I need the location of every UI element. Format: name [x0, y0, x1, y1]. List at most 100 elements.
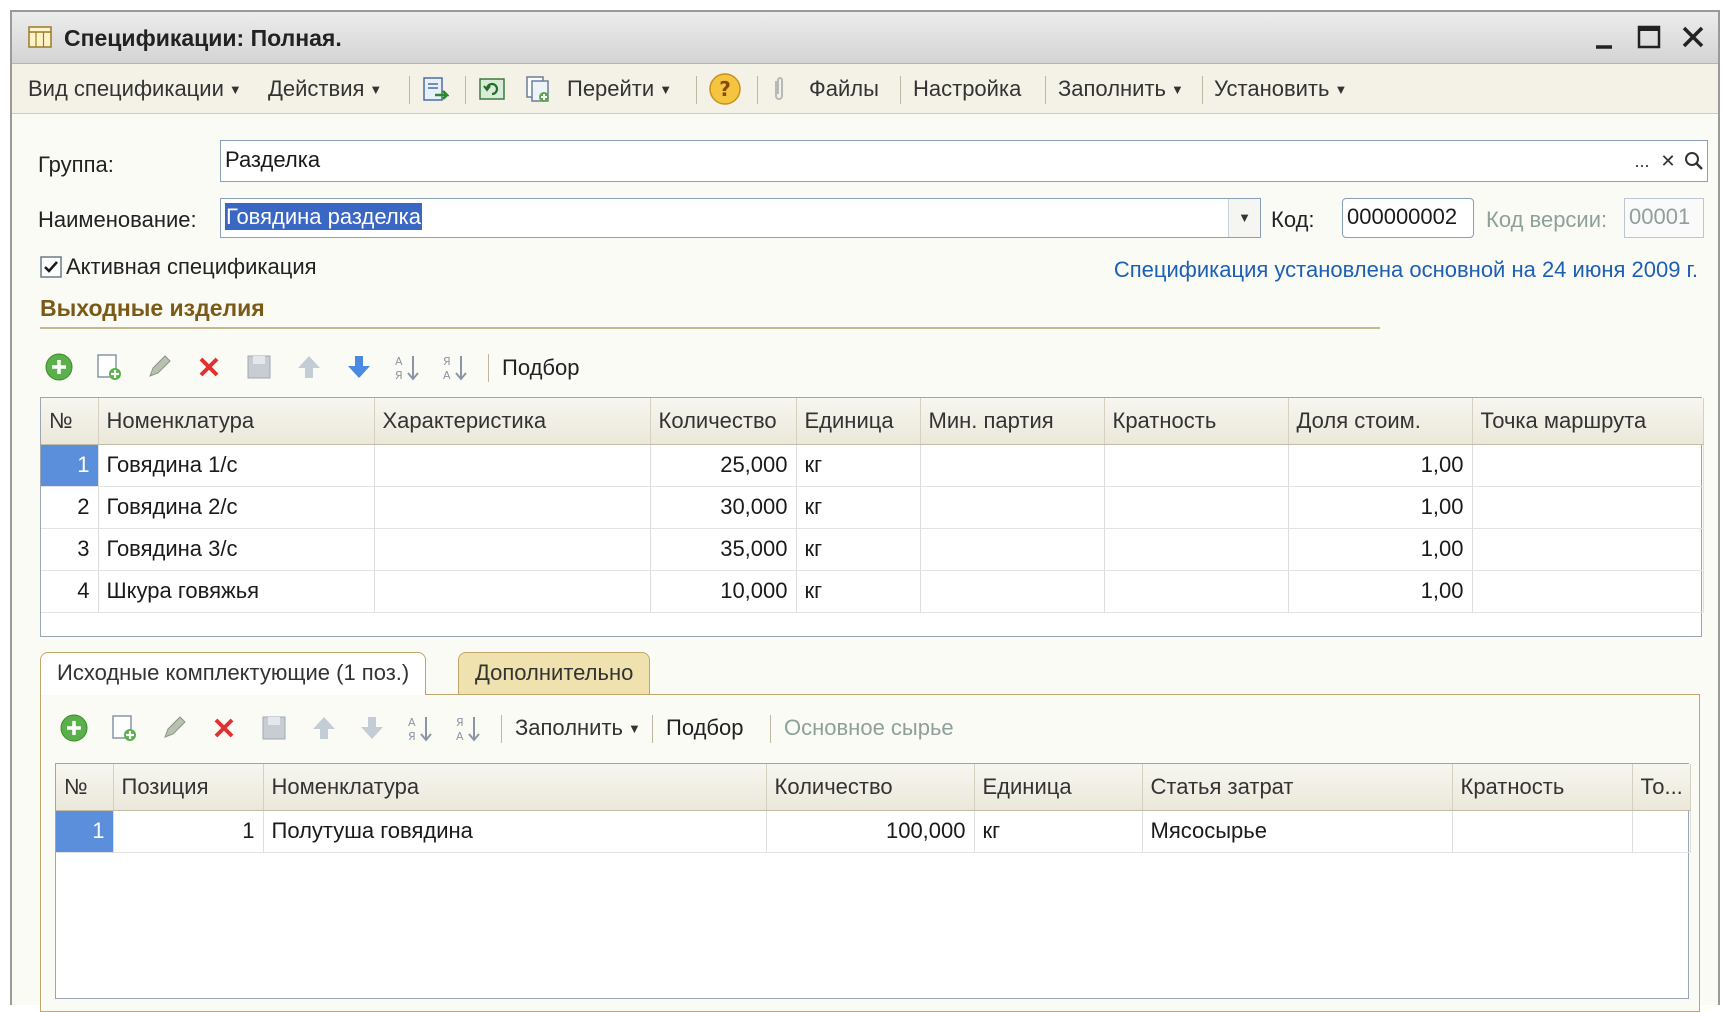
copy-row-icon[interactable] — [94, 352, 124, 382]
cell-multiplicity[interactable] — [1452, 810, 1633, 853]
delete-icon[interactable] — [209, 713, 239, 743]
output-select-button[interactable]: Подбор — [502, 355, 579, 381]
cell-characteristic[interactable] — [374, 486, 651, 529]
cell-characteristic[interactable] — [374, 570, 651, 613]
spec-status-link[interactable]: Спецификация установлена основной на 24 … — [1114, 257, 1698, 283]
fill-menu[interactable]: Заполнить ▼ — [1058, 64, 1184, 114]
components-table[interactable]: № Позиция Номенклатура Количество Единиц… — [55, 763, 1691, 999]
cell-route-point[interactable] — [1472, 444, 1704, 487]
col-unit[interactable]: Единица — [974, 764, 1143, 811]
cell-characteristic[interactable] — [374, 528, 651, 571]
cell-item[interactable]: Шкура говяжья — [98, 570, 375, 613]
cell-cost-share[interactable]: 1,00 — [1288, 528, 1473, 571]
col-route-point[interactable]: Точка маршрута — [1472, 398, 1704, 445]
cell-min-batch[interactable] — [920, 528, 1105, 571]
files-button[interactable]: Файлы — [809, 64, 879, 114]
cell-item[interactable]: Говядина 2/с — [98, 486, 375, 529]
cell-quantity[interactable]: 25,000 — [650, 444, 797, 487]
cell-route-point[interactable] — [1472, 570, 1704, 613]
settings-button[interactable]: Настройка — [913, 64, 1021, 114]
col-item[interactable]: Номенклатура — [98, 398, 375, 445]
col-multiplicity[interactable]: Кратность — [1452, 764, 1633, 811]
add-row-icon[interactable] — [44, 352, 74, 382]
group-field[interactable]: Разделка ... ✕ — [220, 140, 1708, 182]
components-select-button[interactable]: Подбор — [666, 715, 743, 741]
minimize-icon[interactable] — [1586, 18, 1624, 56]
col-cost-item[interactable]: Статья затрат — [1142, 764, 1453, 811]
actions-menu[interactable]: Действия ▼ — [268, 64, 382, 114]
col-characteristic[interactable]: Характеристика — [374, 398, 651, 445]
name-dropdown-button[interactable]: ▼ — [1228, 199, 1260, 237]
cell-truncated[interactable] — [1632, 810, 1691, 853]
table-row[interactable]: 1 Говядина 1/с 25,000 кг 1,00 — [41, 444, 1704, 487]
col-cost-share[interactable]: Доля стоим. — [1288, 398, 1473, 445]
table-row[interactable]: 3 Говядина 3/с 35,000 кг 1,00 — [41, 528, 1704, 571]
cell-item[interactable]: Говядина 3/с — [98, 528, 375, 571]
col-truncated[interactable]: То... — [1632, 764, 1691, 811]
col-number[interactable]: № — [41, 398, 99, 445]
name-field[interactable]: Говядина разделка ▼ — [220, 198, 1261, 238]
cell-quantity[interactable]: 30,000 — [650, 486, 797, 529]
help-icon[interactable]: ? — [708, 72, 742, 106]
move-down-icon[interactable] — [344, 352, 374, 382]
move-up-icon[interactable] — [294, 352, 324, 382]
edit-icon[interactable] — [144, 352, 174, 382]
cell-position[interactable]: 1 — [113, 810, 264, 853]
col-quantity[interactable]: Количество — [650, 398, 797, 445]
code-field[interactable]: 000000002 — [1342, 198, 1474, 238]
cell-multiplicity[interactable] — [1104, 570, 1289, 613]
cell-unit[interactable]: кг — [796, 570, 921, 613]
add-row-icon[interactable] — [59, 713, 89, 743]
col-unit[interactable]: Единица — [796, 398, 921, 445]
table-row[interactable]: 4 Шкура говяжья 10,000 кг 1,00 — [41, 570, 1704, 613]
maximize-icon[interactable] — [1630, 18, 1668, 56]
sort-asc-icon[interactable]: A Я — [392, 352, 422, 382]
cell-route-point[interactable] — [1472, 486, 1704, 529]
cell-unit[interactable]: кг — [796, 444, 921, 487]
cell-quantity[interactable]: 100,000 — [766, 810, 975, 853]
cell-cost-share[interactable]: 1,00 — [1288, 486, 1473, 529]
install-menu[interactable]: Установить ▼ — [1214, 64, 1347, 114]
tab-components[interactable]: Исходные комплектующие (1 поз.) — [40, 652, 427, 695]
cell-min-batch[interactable] — [920, 486, 1105, 529]
col-position[interactable]: Позиция — [113, 764, 264, 811]
cell-item[interactable]: Полутуша говядина — [263, 810, 767, 853]
cell-cost-share[interactable]: 1,00 — [1288, 570, 1473, 613]
cell-min-batch[interactable] — [920, 570, 1105, 613]
col-number[interactable]: № — [56, 764, 114, 811]
copy-row-icon[interactable] — [109, 713, 139, 743]
move-down-icon[interactable] — [357, 713, 387, 743]
output-items-table[interactable]: № Номенклатура Характеристика Количество… — [40, 397, 1704, 637]
save-close-icon[interactable] — [421, 75, 449, 103]
delete-icon[interactable] — [194, 352, 224, 382]
refresh-icon[interactable] — [478, 75, 506, 103]
cell-quantity[interactable]: 10,000 — [650, 570, 797, 613]
table-row[interactable]: 2 Говядина 2/с 30,000 кг 1,00 — [41, 486, 1704, 529]
cell-cost-item[interactable]: Мясосырье — [1142, 810, 1453, 853]
components-fill-menu[interactable]: Заполнить ▼ — [515, 704, 641, 752]
cell-item[interactable]: Говядина 1/с — [98, 444, 375, 487]
cell-characteristic[interactable] — [374, 444, 651, 487]
cell-min-batch[interactable] — [920, 444, 1105, 487]
cell-unit[interactable]: кг — [796, 528, 921, 571]
group-select-button[interactable]: ... — [1629, 141, 1655, 181]
group-clear-button[interactable]: ✕ — [1655, 141, 1681, 181]
col-multiplicity[interactable]: Кратность — [1104, 398, 1289, 445]
table-row[interactable]: 1 1 Полутуша говядина 100,000 кг Мясосыр… — [56, 810, 1691, 853]
spec-view-menu[interactable]: Вид спецификации ▼ — [28, 64, 242, 114]
cell-multiplicity[interactable] — [1104, 444, 1289, 487]
cell-multiplicity[interactable] — [1104, 486, 1289, 529]
col-quantity[interactable]: Количество — [766, 764, 975, 811]
sort-desc-icon[interactable]: Я A — [440, 352, 470, 382]
cell-cost-share[interactable]: 1,00 — [1288, 444, 1473, 487]
tab-additional[interactable]: Дополнительно — [458, 652, 651, 694]
copy-doc-icon[interactable] — [524, 75, 552, 103]
col-item[interactable]: Номенклатура — [263, 764, 767, 811]
cell-multiplicity[interactable] — [1104, 528, 1289, 571]
active-spec-checkbox[interactable]: Активная спецификация — [40, 254, 380, 284]
col-min-batch[interactable]: Мин. партия — [920, 398, 1105, 445]
group-search-button[interactable] — [1681, 141, 1707, 181]
sort-asc-icon[interactable]: A Я — [405, 713, 435, 743]
move-up-icon[interactable] — [309, 713, 339, 743]
go-to-menu[interactable]: Перейти ▼ — [567, 64, 672, 114]
